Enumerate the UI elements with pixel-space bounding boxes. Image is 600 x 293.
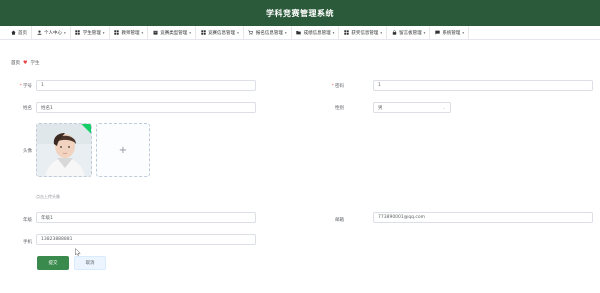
breadcrumb-current: 学生 — [30, 61, 40, 66]
gender-select[interactable]: 男 ⌄ — [373, 102, 451, 113]
breadcrumb: 首页 ♥ 学生 — [11, 60, 39, 66]
nav-item-label: 学生管理 — [82, 30, 101, 36]
chevron-down-icon: ▾ — [462, 30, 465, 35]
chevron-down-icon: ⌄ — [442, 105, 446, 110]
chevron-down-icon: ▾ — [64, 30, 66, 35]
upload-button[interactable]: + — [96, 123, 150, 177]
grid-icon — [114, 30, 120, 36]
avatar-photo — [37, 124, 91, 176]
chevron-down-icon: ▾ — [380, 30, 383, 35]
nav-item-label: 报名信息管理 — [255, 30, 283, 36]
password-field[interactable]: 1 — [373, 80, 593, 91]
nav-item-2[interactable]: 学生管理 ▾ — [71, 25, 110, 40]
nav-item-1[interactable]: 个人中心 ▾ — [32, 25, 71, 40]
gender-label: 性别 — [335, 106, 344, 111]
name-field[interactable]: 姓名1 — [36, 102, 256, 113]
student-id-field[interactable]: 1 — [36, 80, 256, 91]
email-field[interactable]: 773890001@qq.com — [373, 212, 593, 223]
app-header: 学科竞赛管理系统 — [0, 0, 600, 26]
name-label: 姓名 — [23, 106, 32, 111]
nav-item-label: 首页 — [18, 30, 27, 36]
nav-item-5[interactable]: 竞赛信息管理 ▾ — [196, 25, 244, 40]
student-id-label: *学号 — [19, 84, 32, 89]
nav-item-label: 留言板管理 — [399, 30, 422, 36]
password-label: *密码 — [331, 84, 344, 89]
nav-item-6[interactable]: 报名信息管理 ▾ — [244, 25, 292, 40]
chat-icon — [434, 30, 440, 36]
user-icon — [36, 30, 42, 36]
chevron-down-icon: ▾ — [284, 30, 287, 35]
mouse-cursor-icon — [75, 248, 81, 256]
cart-icon — [248, 30, 254, 36]
nav-item-4[interactable]: 竞赛类型管理 ▾ — [148, 25, 197, 40]
plus-icon: + — [118, 144, 128, 156]
major-label: 年级 — [23, 218, 32, 223]
nav-item-7[interactable]: 成绩信息管理 ▾ — [292, 25, 340, 40]
nav-item-10[interactable]: 系统管理 ▾ — [430, 25, 470, 40]
folder-icon — [296, 30, 302, 36]
chevron-down-icon: ▾ — [141, 30, 144, 35]
phone-field[interactable]: 13823888881 — [36, 234, 256, 245]
major-field[interactable]: 年级1 — [36, 212, 256, 223]
email-label: 邮箱 — [335, 218, 344, 223]
home-icon — [10, 30, 16, 36]
box-icon — [152, 30, 158, 36]
chevron-down-icon: ▾ — [237, 30, 239, 35]
grid-icon — [343, 30, 349, 36]
breadcrumb-home[interactable]: 首页 — [11, 60, 20, 66]
nav-item-label: 个人中心 — [44, 30, 62, 36]
grid-icon — [75, 30, 81, 36]
nav-item-label: 获奖信息管理 — [351, 30, 379, 36]
cancel-button[interactable]: 取消 — [74, 256, 106, 270]
nav-item-label: 成绩信息管理 — [303, 30, 331, 36]
submit-button[interactable]: 提交 — [37, 256, 69, 270]
avatar-label: 头像 — [23, 149, 32, 154]
top-nav: 首页 个人中心 ▾ 学生管理 ▾ 教师管理 ▾ 竞赛类型管理 ▾ 竞赛信息管理 ▾ 报名信息管理 ▾ 成绩… — [0, 25, 600, 40]
nav-item-8[interactable]: 获奖信息管理 ▾ — [339, 25, 388, 40]
avatar-image[interactable] — [36, 123, 92, 177]
avatar-hint: 点击上传头像 — [36, 194, 60, 199]
nav-item-label: 系统管理 — [442, 30, 461, 36]
nav-item-label: 竞赛类型管理 — [160, 30, 188, 36]
chevron-down-icon: ▾ — [102, 30, 105, 35]
nav-item-0[interactable]: 首页 — [6, 25, 32, 40]
chevron-down-icon: ▾ — [423, 30, 426, 35]
app-title: 学科竞赛管理系统 — [266, 8, 334, 18]
grid-icon — [200, 30, 206, 36]
nav-item-9[interactable]: 留言板管理 ▾ — [387, 25, 431, 40]
heart-icon: ♥ — [23, 60, 28, 66]
phone-label: 手机 — [23, 240, 32, 245]
nav-item-3[interactable]: 教师管理 ▾ — [110, 25, 149, 40]
chevron-down-icon: ▾ — [332, 30, 335, 35]
lock-icon — [391, 30, 397, 36]
chevron-down-icon: ▾ — [189, 30, 192, 35]
nav-item-label: 竞赛信息管理 — [208, 30, 236, 36]
nav-item-label: 教师管理 — [121, 30, 140, 36]
